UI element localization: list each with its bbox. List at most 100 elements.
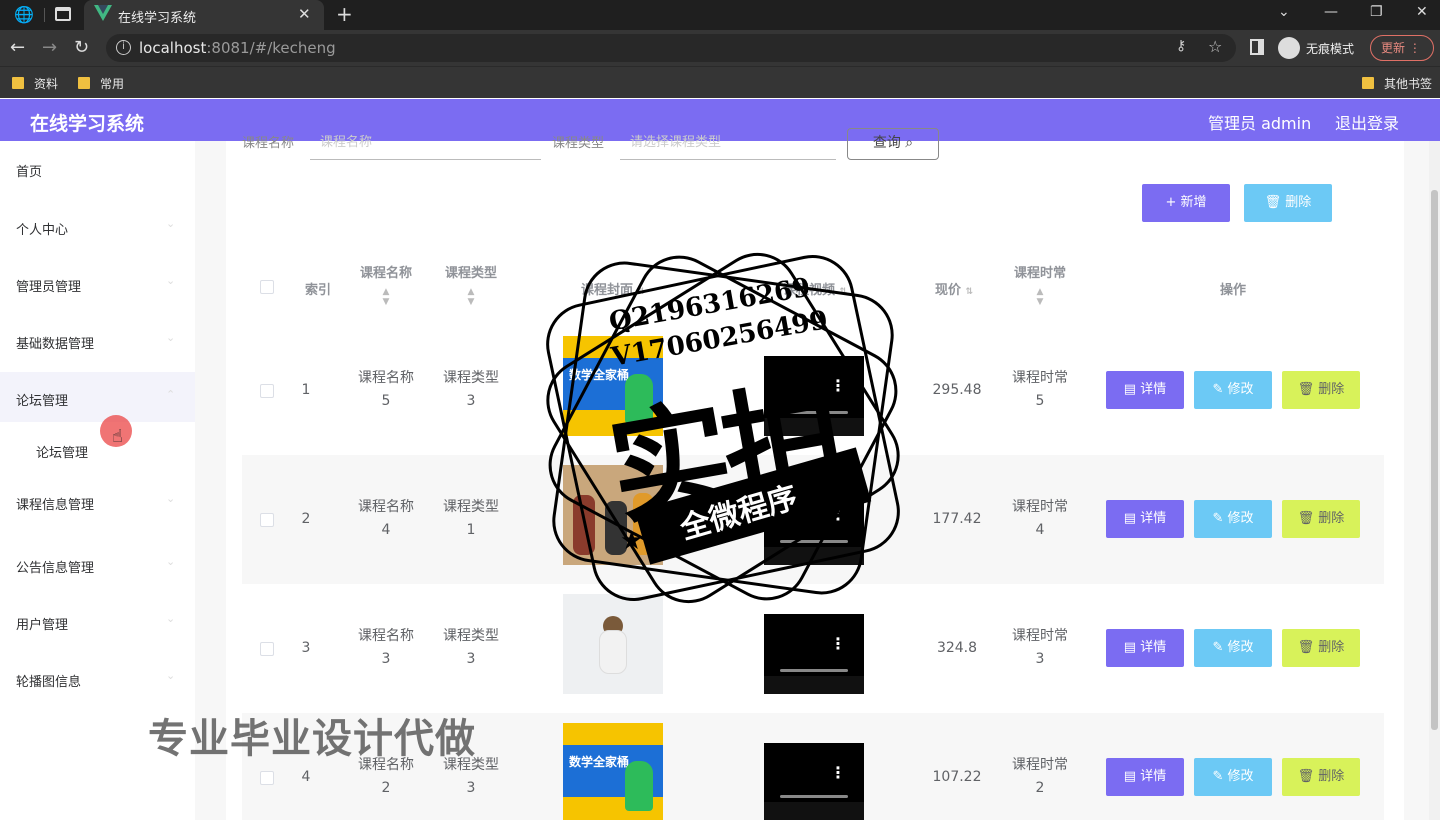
row-index: 3 <box>301 640 311 656</box>
course-type-label: 课程类型 <box>552 136 605 151</box>
sidebar-item-notice[interactable]: 公告信息管理 ⌄ <box>0 539 195 589</box>
sort-icon[interactable]: ▲ ▼ <box>352 287 420 307</box>
sidebar-item-label: 课程信息管理 <box>16 498 95 513</box>
globe-icon[interactable]: 🌐 <box>14 5 34 25</box>
detail-button[interactable]: ▤ 详情 <box>1106 629 1184 667</box>
edit-button[interactable]: ✎ 修改 <box>1194 371 1272 409</box>
sort-icon[interactable]: ⇅ <box>966 287 974 297</box>
add-button[interactable]: + 新增 <box>1142 184 1230 222</box>
sidebar-item-basedata[interactable]: 基础数据管理 ⌄ <box>0 315 195 365</box>
row-duration: 课程时常 2 <box>1012 757 1068 796</box>
maximize-icon[interactable]: ❐ <box>1370 4 1383 20</box>
row-checkbox[interactable] <box>260 642 274 656</box>
sidebar-item-home[interactable]: 首页 <box>0 143 195 193</box>
query-button[interactable]: 查询 ⌕ <box>847 128 939 160</box>
back-icon[interactable]: ← <box>10 38 25 58</box>
reload-icon[interactable]: ↻ <box>74 38 89 58</box>
chevron-down-icon: ⌄ <box>166 274 176 287</box>
row-name: 课程名称 4 <box>358 499 414 538</box>
row-index: 1 <box>301 382 311 398</box>
course-video[interactable]: ⋮ <box>764 743 864 820</box>
sidebar-item-course[interactable]: 课程信息管理 ⌄ <box>0 476 195 526</box>
row-checkbox[interactable] <box>260 384 274 398</box>
delete-button[interactable]: 🗑 删除 <box>1282 758 1360 796</box>
url-text: localhost:8081/#/kecheng <box>139 39 336 57</box>
header-name[interactable]: 课程名称 ▲ ▼ <box>352 262 420 307</box>
delete-button[interactable]: 🗑 删除 <box>1282 500 1360 538</box>
chevron-down-icon: ⌄ <box>166 492 176 505</box>
select-all-checkbox[interactable] <box>260 280 274 294</box>
sidebar-item-carousel[interactable]: 轮播图信息 ⌄ <box>0 653 195 703</box>
sidebar-item-label: 论坛管理 <box>16 394 69 409</box>
admin-label: 管理员 admin <box>1208 114 1312 133</box>
other-bookmarks[interactable]: 其他书签 <box>1362 75 1432 92</box>
detail-button[interactable]: ▤ 详情 <box>1106 758 1184 796</box>
bookmark-star-icon[interactable]: ☆ <box>1208 37 1222 56</box>
course-video[interactable]: ⋮ <box>764 614 864 694</box>
address-bar: ← → ↻ i localhost:8081/#/kecheng ⚷ ☆ 无痕模… <box>0 30 1440 66</box>
incognito-icon[interactable] <box>1278 37 1300 59</box>
update-button[interactable]: 更新 ⋮ <box>1370 35 1434 61</box>
stamp-overlay: Q2196316269 V17060256499 实拍 全微程序 ★ ★ <box>528 238 918 618</box>
row-price: 177.42 <box>932 511 982 527</box>
edit-button[interactable]: ✎ 修改 <box>1194 758 1272 796</box>
tab-title: 在线学习系统 <box>118 11 197 26</box>
sidebar-item-forum[interactable]: 论坛管理 ⌃ <box>0 372 195 422</box>
incognito-label: 无痕模式 <box>1306 42 1355 56</box>
sidebar-item-label: 轮播图信息 <box>16 675 82 690</box>
sidebar-item-label: 用户管理 <box>16 618 69 633</box>
window-close-icon[interactable]: ✕ <box>1416 4 1428 20</box>
course-cover-image[interactable]: 数学全家桶 <box>563 723 663 820</box>
url-field[interactable]: i localhost:8081/#/kecheng ⚷ ☆ <box>106 34 1236 62</box>
sort-icon[interactable]: ▲ ▼ <box>437 287 505 307</box>
folder-icon <box>1362 77 1374 89</box>
sidebar-item-profile[interactable]: 个人中心 ⌄ <box>0 201 195 251</box>
scrollbar-thumb[interactable] <box>1431 190 1438 730</box>
detail-button[interactable]: ▤ 详情 <box>1106 500 1184 538</box>
delete-button[interactable]: 🗑 删除 <box>1282 371 1360 409</box>
edit-button[interactable]: ✎ 修改 <box>1194 629 1272 667</box>
tab-close-icon[interactable]: ✕ <box>298 5 311 23</box>
header-actions: 操作 <box>1219 283 1246 298</box>
info-icon[interactable]: i <box>116 40 131 55</box>
select-placeholder: 请选择课程类型 <box>630 135 722 150</box>
sidebar-item-label: 论坛管理 <box>36 446 89 461</box>
sort-icon[interactable]: ▲ ▼ <box>1006 287 1074 307</box>
bookmark-folder[interactable]: 常用 <box>78 75 124 92</box>
sidebar-subitem-forum[interactable]: 论坛管理 <box>0 430 195 470</box>
row-price: 295.48 <box>932 382 982 398</box>
window-icon[interactable] <box>55 7 71 21</box>
row-duration: 课程时常 5 <box>1012 370 1068 409</box>
header-duration[interactable]: 课程时常 ▲ ▼ <box>1006 262 1074 307</box>
star-icon: ★ <box>620 526 644 556</box>
course-name-input[interactable]: 课程名称 <box>310 128 541 160</box>
batch-delete-button[interactable]: 🗑 删除 <box>1244 184 1332 222</box>
bookmark-folder[interactable]: 资料 <box>12 75 58 92</box>
tab-search-icon[interactable]: ⌄ <box>1278 4 1290 20</box>
chevron-up-icon: ⌃ <box>166 388 176 401</box>
browser-tab[interactable]: 在线学习系统 ✕ <box>84 0 324 30</box>
header-type[interactable]: 课程类型 ▲ ▼ <box>437 262 505 307</box>
minimize-icon[interactable]: — <box>1324 4 1338 20</box>
delete-button[interactable]: 🗑 删除 <box>1282 629 1360 667</box>
header-price[interactable]: 现价 ⇅ <box>924 279 984 298</box>
edit-button[interactable]: ✎ 修改 <box>1194 500 1272 538</box>
sidebar-item-admin[interactable]: 管理员管理 ⌄ <box>0 258 195 308</box>
chevron-down-icon: ⌄ <box>166 217 176 230</box>
detail-button[interactable]: ▤ 详情 <box>1106 371 1184 409</box>
sidebar-item-users[interactable]: 用户管理 ⌄ <box>0 596 195 646</box>
key-icon[interactable]: ⚷ <box>1176 38 1186 54</box>
side-panel-icon[interactable] <box>1250 39 1264 55</box>
forward-icon[interactable]: → <box>42 38 57 58</box>
more-vertical-icon[interactable]: ⋮ <box>830 763 846 782</box>
row-type: 课程类型 1 <box>443 499 499 538</box>
row-checkbox[interactable] <box>260 513 274 527</box>
more-vertical-icon[interactable]: ⋮ <box>830 634 846 653</box>
row-name: 课程名称 5 <box>358 370 414 409</box>
row-duration: 课程时常 3 <box>1012 628 1068 667</box>
course-type-select[interactable]: 请选择课程类型 <box>620 128 836 160</box>
new-tab-icon[interactable]: + <box>336 2 353 26</box>
vue-logo-icon <box>94 5 112 21</box>
logout-link[interactable]: 退出登录 <box>1335 110 1399 134</box>
row-checkbox[interactable] <box>260 771 274 785</box>
